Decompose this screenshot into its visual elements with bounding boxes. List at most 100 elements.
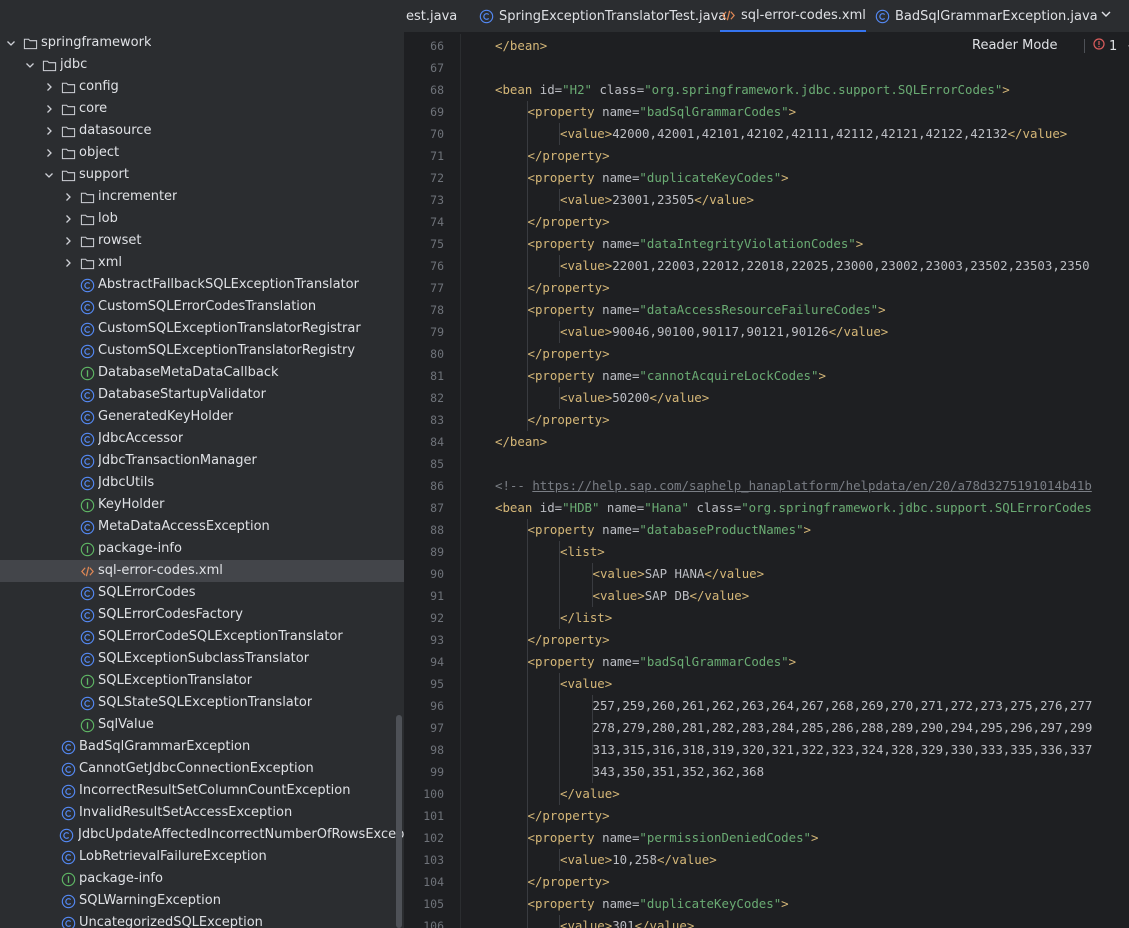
code-token: > <box>818 368 826 383</box>
tree-item-incrementer[interactable]: incrementer <box>0 186 404 208</box>
chevron-down-icon[interactable] <box>4 32 18 54</box>
tree-item-jdbc[interactable]: jdbc <box>0 54 404 76</box>
tree-item-sql-error-codes-xml[interactable]: sql-error-codes.xml <box>0 560 404 582</box>
class-icon <box>79 629 95 645</box>
tree-item-jdbctransactionmanager[interactable]: JdbcTransactionManager <box>0 450 404 472</box>
tab-springexceptiontranslatortest-java[interactable]: SpringExceptionTranslatorTest.java <box>478 0 726 32</box>
class-icon <box>79 321 95 337</box>
tree-item-core[interactable]: core <box>0 98 404 120</box>
tree-item-sqlerrorcodesfactory[interactable]: SQLErrorCodesFactory <box>0 604 404 626</box>
tree-item-generatedkeyholder[interactable]: GeneratedKeyHolder <box>0 406 404 428</box>
chevron-right-icon[interactable] <box>42 76 56 98</box>
code-token: </list> <box>560 610 613 625</box>
code-token: <value> <box>592 588 645 603</box>
tree-item-jdbcupdateaffectedincorrectnumberofrowsexception[interactable]: JdbcUpdateAffectedIncorrectNumberOfRowsE… <box>0 824 404 846</box>
tree-item-databasemetadatacallback[interactable]: DatabaseMetaDataCallback <box>0 362 404 384</box>
tree-item-label: springframework <box>41 35 152 50</box>
inspection-widget[interactable]: 1 <box>1084 36 1129 56</box>
tree-item-sqlwarningexception[interactable]: SQLWarningException <box>0 890 404 912</box>
code-token: </bean> <box>495 434 548 449</box>
code-token: 257,259,260,261,262,263,264,267,268,269,… <box>592 698 1093 713</box>
tree-item-uncategorizedsqlexception[interactable]: UncategorizedSQLException <box>0 912 404 928</box>
chevron-right-icon[interactable] <box>42 142 56 164</box>
tree-item-sqlerrorcodesqlexceptiontranslator[interactable]: SQLErrorCodeSQLExceptionTranslator <box>0 626 404 648</box>
code-token: <value> <box>560 324 613 339</box>
tree-item-customsqlexceptiontranslatorregistrar[interactable]: CustomSQLExceptionTranslatorRegistrar <box>0 318 404 340</box>
tree-item-abstractfallbacksqlexceptiontranslator[interactable]: AbstractFallbackSQLExceptionTranslator <box>0 274 404 296</box>
tree-item-databasestartupvalidator[interactable]: DatabaseStartupValidator <box>0 384 404 406</box>
chevron-right-icon[interactable] <box>42 120 56 142</box>
project-tree: springframework jdbc config core datasource o… <box>0 32 404 928</box>
tree-item-datasource[interactable]: datasource <box>0 120 404 142</box>
code-token: > <box>855 236 864 251</box>
tree-item-config[interactable]: config <box>0 76 404 98</box>
tree-item-object[interactable]: object <box>0 142 404 164</box>
class-icon <box>478 8 494 24</box>
tree-item-springframework[interactable]: springframework <box>0 32 404 54</box>
code-line: <property name="permissionDeniedCodes"> <box>528 827 819 849</box>
class-icon <box>79 387 95 403</box>
interface-icon <box>79 673 95 689</box>
code-line: </bean> <box>495 35 547 57</box>
tree-item-jdbcaccessor[interactable]: JdbcAccessor <box>0 428 404 450</box>
tree-item-customsqlerrorcodestranslation[interactable]: CustomSQLErrorCodesTranslation <box>0 296 404 318</box>
chevron-right-icon[interactable] <box>61 252 75 274</box>
code-token: > <box>788 654 797 669</box>
project-tree-scrollbar[interactable] <box>396 715 402 928</box>
tab-list-dropdown[interactable] <box>1098 8 1114 24</box>
tree-item-support[interactable]: support <box>0 164 404 186</box>
reader-mode-button[interactable]: Reader Mode <box>972 36 1058 56</box>
line-number: 78 <box>430 303 444 317</box>
tree-item-package-info[interactable]: package-info <box>0 868 404 890</box>
code-line: 278,279,280,281,282,283,284,285,286,288,… <box>593 717 1093 739</box>
tree-item-lobretrievalfailureexception[interactable]: LobRetrievalFailureException <box>0 846 404 868</box>
tree-item-label: SQLExceptionTranslator <box>98 673 253 688</box>
folder-icon <box>79 189 95 205</box>
tree-item-jdbcutils[interactable]: JdbcUtils <box>0 472 404 494</box>
tab-est-java[interactable]: est.java <box>406 0 457 32</box>
indent-guide <box>526 563 528 585</box>
code-token: > <box>1002 82 1010 97</box>
class-icon <box>79 431 95 447</box>
tree-item-keyholder[interactable]: KeyHolder <box>0 494 404 516</box>
tree-item-invalidresultsetaccessexception[interactable]: InvalidResultSetAccessException <box>0 802 404 824</box>
tree-item-label: core <box>79 101 108 116</box>
tree-item-rowset[interactable]: rowset <box>0 230 404 252</box>
tab-sql-error-codes-xml[interactable]: sql-error-codes.xml <box>720 0 866 32</box>
tree-item-sqlerrorcodes[interactable]: SQLErrorCodes <box>0 582 404 604</box>
chevron-down-icon[interactable] <box>42 164 56 186</box>
tree-item-sqlstatesqlexceptiontranslator[interactable]: SQLStateSQLExceptionTranslator <box>0 692 404 714</box>
code-token: "dataIntegrityViolationCodes" <box>639 236 856 251</box>
indent-guide <box>559 585 560 607</box>
tree-item-incorrectresultsetcolumncountexception[interactable]: IncorrectResultSetColumnCountException <box>0 780 404 802</box>
tree-item-cannotgetjdbcconnectionexception[interactable]: CannotGetJdbcConnectionException <box>0 758 404 780</box>
tree-item-xml[interactable]: xml <box>0 252 404 274</box>
tree-item-lob[interactable]: lob <box>0 208 404 230</box>
interface-icon <box>79 365 95 381</box>
code-token: "duplicateKeyCodes" <box>639 896 782 911</box>
tree-item-badsqlgrammarexception[interactable]: BadSqlGrammarException <box>0 736 404 758</box>
class-icon <box>79 299 95 315</box>
tree-item-metadataaccessexception[interactable]: MetaDataAccessException <box>0 516 404 538</box>
chevron-right-icon[interactable] <box>42 98 56 120</box>
error-icon <box>1093 38 1109 54</box>
tree-item-package-info[interactable]: package-info <box>0 538 404 560</box>
chevron-right-icon[interactable] <box>61 186 75 208</box>
code-editor[interactable]: </bean> <bean id="H2" class="org.springfr… <box>495 34 1129 928</box>
tree-item-label: BadSqlGrammarException <box>79 739 251 754</box>
line-number-gutter[interactable]: 66 67 68 69 70 71 72 73 74 75 76 77 78 79 80 81 82 83 84 85… <box>404 34 461 928</box>
code-token: </value> <box>828 324 889 339</box>
chevron-right-icon[interactable] <box>61 208 75 230</box>
tree-item-label: SqlValue <box>98 717 154 732</box>
tree-item-sqlvalue[interactable]: SqlValue <box>0 714 404 736</box>
tree-item-customsqlexceptiontranslatorregistry[interactable]: CustomSQLExceptionTranslatorRegistry <box>0 340 404 362</box>
tree-item-sqlexceptionsubclasstranslator[interactable]: SQLExceptionSubclassTranslator <box>0 648 404 670</box>
code-token: name= <box>602 830 640 845</box>
code-line: <value>301</value> <box>560 915 694 928</box>
chevron-down-icon[interactable] <box>23 54 37 76</box>
tab-badsqlgrammarexception-java[interactable]: BadSqlGrammarException.java <box>874 0 1098 32</box>
tree-item-label: package-info <box>79 871 163 886</box>
code-token[interactable]: https://help.sap.com/saphelp_hanaplatfor… <box>532 478 1092 493</box>
chevron-right-icon[interactable] <box>61 230 75 252</box>
tree-item-sqlexceptiontranslator[interactable]: SQLExceptionTranslator <box>0 670 404 692</box>
